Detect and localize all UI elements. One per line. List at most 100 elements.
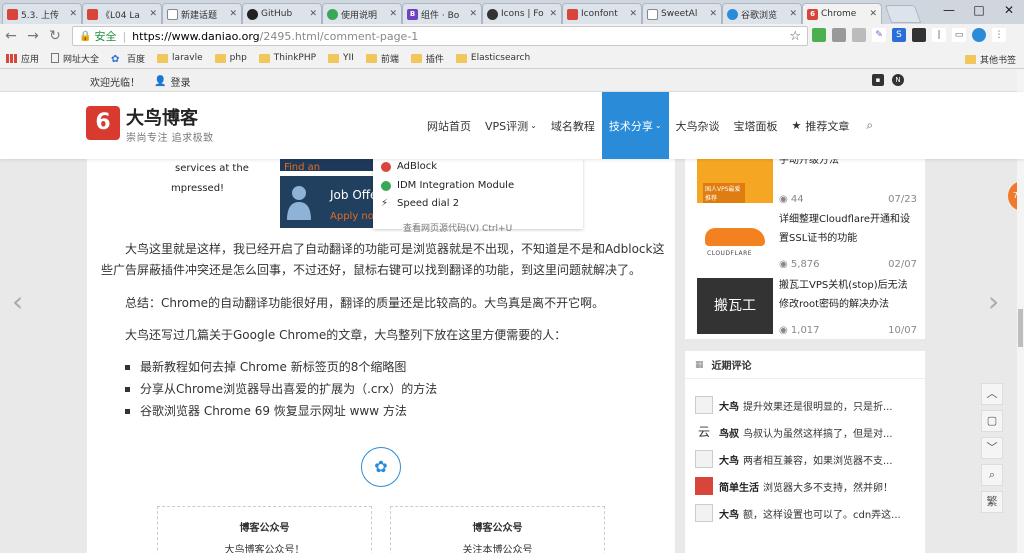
bookmark-folder[interactable]: php <box>214 53 247 63</box>
tab-close-icon[interactable]: ✕ <box>69 9 77 19</box>
scroll-top-button[interactable]: ︿ <box>981 383 1003 405</box>
extension-icon[interactable] <box>812 28 826 42</box>
browser-tab[interactable]: 《L04 La ✕ <box>82 3 162 24</box>
bookmark-star-icon[interactable]: ☆ <box>789 29 801 44</box>
lock-icon[interactable]: ▪ <box>872 74 884 86</box>
chevron-down-icon: ⌄ <box>654 121 662 130</box>
previous-post-arrow-icon[interactable]: ‹ <box>12 285 23 318</box>
browser-tab[interactable]: Icons | Fo ✕ <box>482 3 562 24</box>
site-logo[interactable]: 6 <box>86 106 120 140</box>
extension-icon[interactable] <box>972 28 986 42</box>
browser-tab-active[interactable]: 6 Chrome ✕ <box>802 3 882 24</box>
floating-toolbar: ︿ ▢ ﹀ ⌕ 繁 <box>981 383 1003 518</box>
browser-tab[interactable]: 谷歌浏览 ✕ <box>722 3 802 24</box>
related-link[interactable]: 谷歌浏览器 Chrome 69 恢复显示网址 www 方法 <box>125 400 437 422</box>
nav-domain[interactable]: 域名教程 <box>544 92 602 159</box>
comment-item[interactable]: 大鸟 两者相互兼容，如果浏览器不支... <box>695 449 917 469</box>
close-window-button[interactable]: ✕ <box>994 0 1024 20</box>
tab-close-icon[interactable]: ✕ <box>389 9 397 19</box>
minimize-button[interactable]: — <box>934 0 964 20</box>
search-button[interactable]: ⌕ <box>981 464 1003 486</box>
scrollbar-thumb[interactable] <box>1018 309 1023 347</box>
related-link-label: 最新教程如何去掉 Chrome 新标签页的8个缩略图 <box>140 360 407 374</box>
menu-dots-icon[interactable]: ⋮ <box>992 28 1006 42</box>
menu-row: AdBlock <box>381 161 437 172</box>
maximize-button[interactable]: □ <box>964 0 994 20</box>
extension-icon[interactable] <box>912 28 926 42</box>
nav-recommend[interactable]: ★ 推荐文章 <box>785 92 857 159</box>
comment-item[interactable]: 大鸟 额，这样设置也可以了。cdn弄这... <box>695 503 917 523</box>
browser-tab[interactable]: B 组件 · Bo ✕ <box>402 3 482 24</box>
pen-extension-icon[interactable]: ✎ <box>872 28 886 42</box>
sidebar-post[interactable]: 搬瓦工 搬瓦工VPS关机(stop)后无法修改root密码的解决办法 ◉ 1,0… <box>697 276 917 336</box>
address-bar[interactable]: 🔒 安全 | https://www.daniao.org/2495.html/… <box>72 26 808 46</box>
baidu-paw-icon: ✿ <box>111 53 120 65</box>
comment-item[interactable]: 大鸟 提升效果还是很明显的，只是折... <box>695 395 917 415</box>
nav-baota[interactable]: 宝塔面板 <box>727 92 785 159</box>
browser-tab[interactable]: Iconfont ✕ <box>562 3 642 24</box>
avatar: 云 <box>695 423 713 441</box>
n-badge-icon[interactable]: N <box>892 74 904 86</box>
grid-icon: ▦ <box>695 359 704 370</box>
browser-tab[interactable]: SweetAl ✕ <box>642 3 722 24</box>
new-tab-button[interactable] <box>884 5 922 23</box>
tab-close-icon[interactable]: ✕ <box>709 9 717 19</box>
nav-talk[interactable]: 大鸟杂谈 <box>669 92 727 159</box>
browser-tab[interactable]: 5.3. 上传 ✕ <box>2 3 82 24</box>
browser-tab[interactable]: 新建话题 ✕ <box>162 3 242 24</box>
forward-icon[interactable]: → <box>22 25 44 47</box>
related-link[interactable]: 分享从Chrome浏览器导出喜爱的扩展为（.crx）的方法 <box>125 378 437 400</box>
eye-icon: ◉ <box>779 259 791 270</box>
bookmark-folder[interactable]: ThinkPHP <box>258 53 316 63</box>
post-thumbnail[interactable]: 搬瓦工 <box>697 278 773 334</box>
extension-icon[interactable] <box>852 28 866 42</box>
tab-close-icon[interactable]: ✕ <box>469 9 477 19</box>
login-link[interactable]: 👤 登录 <box>154 74 190 89</box>
article-paragraph: 总结：Chrome的自动翻译功能很好用，翻译的质量还是比较高的。大鸟真是离不开它… <box>125 296 605 310</box>
search-icon[interactable]: ⌕ <box>856 92 883 159</box>
extension-icon[interactable] <box>832 28 846 42</box>
post-title[interactable]: 详细整理Cloudflare开通和设置SSL证书的功能 <box>779 210 917 248</box>
bookmark-folder[interactable]: 前端 <box>365 52 399 65</box>
next-post-arrow-icon[interactable]: › <box>988 285 999 318</box>
reload-icon[interactable]: ↻ <box>44 25 66 47</box>
tab-close-icon[interactable]: ✕ <box>309 9 317 19</box>
bookmark-folder[interactable]: YII <box>328 53 354 63</box>
browser-tab[interactable]: GitHub ✕ <box>242 3 322 24</box>
comment-item[interactable]: 简单生活 浏览器大多不支持，然并卵！ <box>695 476 917 496</box>
tab-label: Icons | Fo <box>501 9 544 19</box>
browser-tab[interactable]: 使用说明 ✕ <box>322 3 402 24</box>
extension-icon[interactable]: ▭ <box>952 28 966 42</box>
post-thumbnail[interactable]: CLOUDFLARE <box>697 212 773 268</box>
tab-close-icon[interactable]: ✕ <box>149 9 157 19</box>
other-bookmarks[interactable]: 其他书签 <box>964 53 1016 66</box>
bookmark-item[interactable]: 网址大全 <box>51 52 99 65</box>
sidebar-post[interactable]: CLOUDFLARE 详细整理Cloudflare开通和设置SSL证书的功能 ◉… <box>697 210 917 270</box>
bookmark-folder[interactable]: 插件 <box>410 52 444 65</box>
scroll-bottom-button[interactable]: ﹀ <box>981 437 1003 459</box>
tab-close-icon[interactable]: ✕ <box>789 9 797 19</box>
tab-close-icon[interactable]: ✕ <box>629 9 637 19</box>
site-title[interactable]: 大鸟博客 <box>126 104 198 130</box>
nav-vps[interactable]: VPS评测 ⌄ <box>478 92 544 159</box>
tab-close-icon[interactable]: ✕ <box>229 9 237 19</box>
address-separator: | <box>122 29 127 43</box>
baidu-paw-icon[interactable]: ✿ <box>361 447 401 487</box>
comment-item[interactable]: 云鸟叔 鸟叔认为虽然这样搞了，但是对... <box>695 422 917 442</box>
back-icon[interactable]: ← <box>0 25 22 47</box>
nav-home[interactable]: 网站首页 <box>420 92 478 159</box>
tab-favicon-icon <box>567 8 578 20</box>
tab-close-icon[interactable]: ✕ <box>549 9 557 19</box>
post-title[interactable]: 搬瓦工VPS关机(stop)后无法修改root密码的解决办法 <box>779 276 917 314</box>
lock-icon: 🔒 <box>79 30 92 42</box>
nav-tech[interactable]: 技术分享 ⌄ <box>601 92 669 159</box>
bookmark-apps[interactable]: 应用 <box>6 52 39 65</box>
traditional-chinese-button[interactable]: 繁 <box>981 491 1003 513</box>
comment-button[interactable]: ▢ <box>981 410 1003 432</box>
bookmark-folder[interactable]: Elasticsearch <box>455 53 530 63</box>
related-link[interactable]: 最新教程如何去掉 Chrome 新标签页的8个缩略图 <box>125 356 437 378</box>
bookmark-folder[interactable]: laravle <box>157 53 203 63</box>
bookmark-item[interactable]: ✿ 百度 <box>111 52 145 65</box>
tab-close-icon[interactable]: ✕ <box>869 9 877 19</box>
extension-icon[interactable]: S <box>892 28 906 42</box>
